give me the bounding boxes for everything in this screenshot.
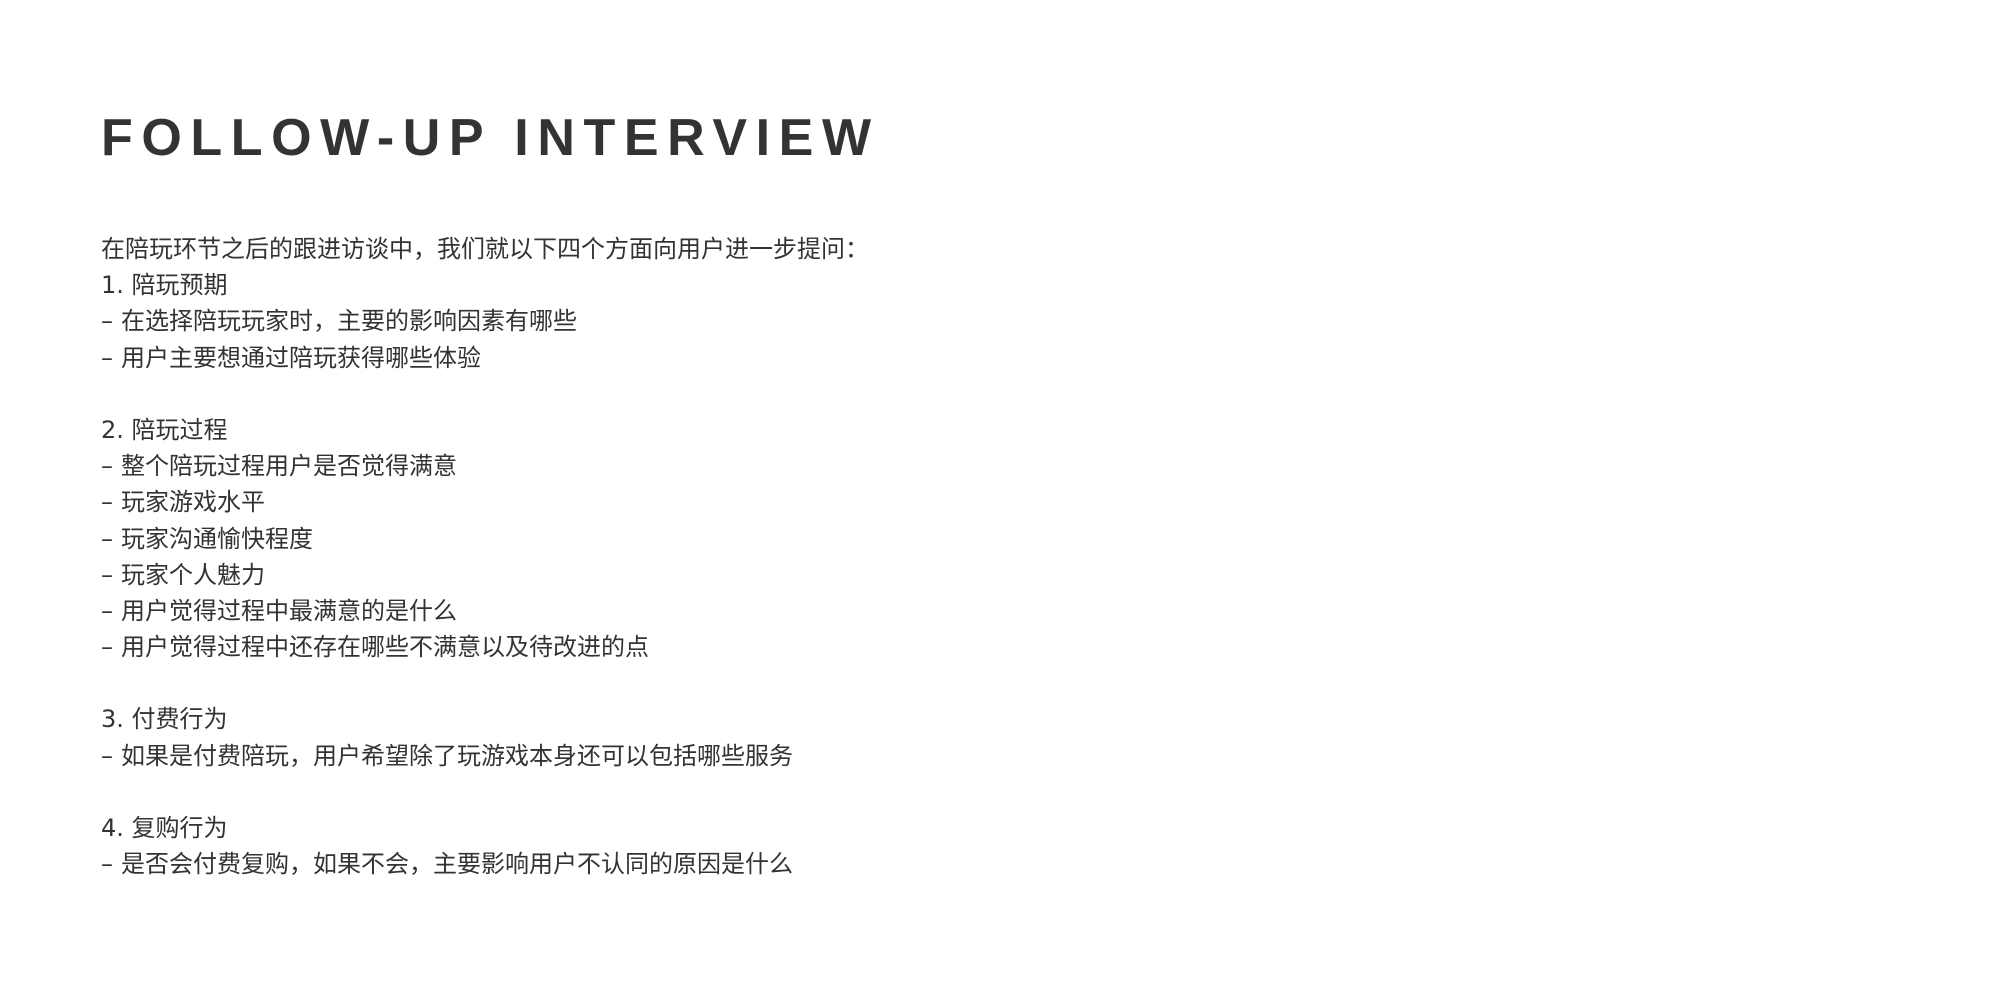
dash-bullet: –	[101, 488, 113, 517]
dash-bullet: –	[101, 524, 113, 553]
section-heading: 1. 陪玩预期	[101, 271, 228, 300]
list-item-text: 在选择陪玩玩家时，主要的影响因素有哪些	[121, 307, 577, 336]
section-heading: 3. 付费行为	[101, 705, 228, 734]
list-item-text: 玩家个人魅力	[121, 560, 265, 589]
document-body: 在陪玩环节之后的跟进访谈中，我们就以下四个方面向用户进一步提问： 1. 陪玩预期…	[101, 231, 1901, 882]
dash-bullet: –	[101, 633, 113, 662]
list-item: – 如果是付费陪玩，用户希望除了玩游戏本身还可以包括哪些服务	[101, 738, 1901, 774]
dash-bullet: –	[101, 560, 113, 589]
intro-text: 在陪玩环节之后的跟进访谈中，我们就以下四个方面向用户进一步提问：	[101, 235, 869, 263]
list-item: – 在选择陪玩玩家时，主要的影响因素有哪些	[101, 303, 1901, 339]
dash-bullet: –	[101, 343, 113, 372]
list-item-text: 是否会付费复购，如果不会，主要影响用户不认同的原因是什么	[121, 850, 793, 879]
list-item-text: 玩家游戏水平	[121, 488, 265, 517]
section-payment: 3. 付费行为 – 如果是付费陪玩，用户希望除了玩游戏本身还可以包括哪些服务	[101, 701, 1901, 773]
list-item-text: 玩家沟通愉快程度	[121, 524, 313, 553]
list-item-text: 用户觉得过程中最满意的是什么	[121, 596, 457, 625]
dash-bullet: –	[101, 850, 113, 879]
page-title: FOLLOW-UP INTERVIEW	[101, 109, 880, 167]
list-item: – 玩家个人魅力	[101, 557, 1901, 593]
list-item: – 用户觉得过程中还存在哪些不满意以及待改进的点	[101, 629, 1901, 665]
list-item-text: 用户主要想通过陪玩获得哪些体验	[121, 343, 481, 372]
section-heading: 4. 复购行为	[101, 814, 228, 842]
list-item-text: 用户觉得过程中还存在哪些不满意以及待改进的点	[121, 633, 649, 662]
list-item: – 是否会付费复购，如果不会，主要影响用户不认同的原因是什么	[101, 846, 1901, 882]
section-process: 2. 陪玩过程 – 整个陪玩过程用户是否觉得满意 – 玩家游戏水平 – 玩家沟通愉快程…	[101, 412, 1901, 665]
dash-bullet: –	[101, 596, 113, 625]
section-heading: 2. 陪玩过程	[101, 415, 228, 444]
list-item: – 用户觉得过程中最满意的是什么	[101, 593, 1901, 629]
section-repurchase: 4. 复购行为 – 是否会付费复购，如果不会，主要影响用户不认同的原因是什么	[101, 810, 1901, 882]
section-expectation: 1. 陪玩预期 – 在选择陪玩玩家时，主要的影响因素有哪些 – 用户主要想通过陪玩获…	[101, 267, 1901, 376]
list-item: – 玩家游戏水平	[101, 484, 1901, 520]
dash-bullet: –	[101, 741, 113, 770]
list-item: – 整个陪玩过程用户是否觉得满意	[101, 448, 1901, 484]
document-page: FOLLOW-UP INTERVIEW 在陪玩环节之后的跟进访谈中，我们就以下四…	[101, 108, 1901, 882]
dash-bullet: –	[101, 307, 113, 336]
list-item: – 用户主要想通过陪玩获得哪些体验	[101, 340, 1901, 376]
list-item-text: 整个陪玩过程用户是否觉得满意	[121, 452, 457, 481]
list-item: – 玩家沟通愉快程度	[101, 521, 1901, 557]
list-item-text: 如果是付费陪玩，用户希望除了玩游戏本身还可以包括哪些服务	[121, 741, 793, 770]
dash-bullet: –	[101, 452, 113, 481]
